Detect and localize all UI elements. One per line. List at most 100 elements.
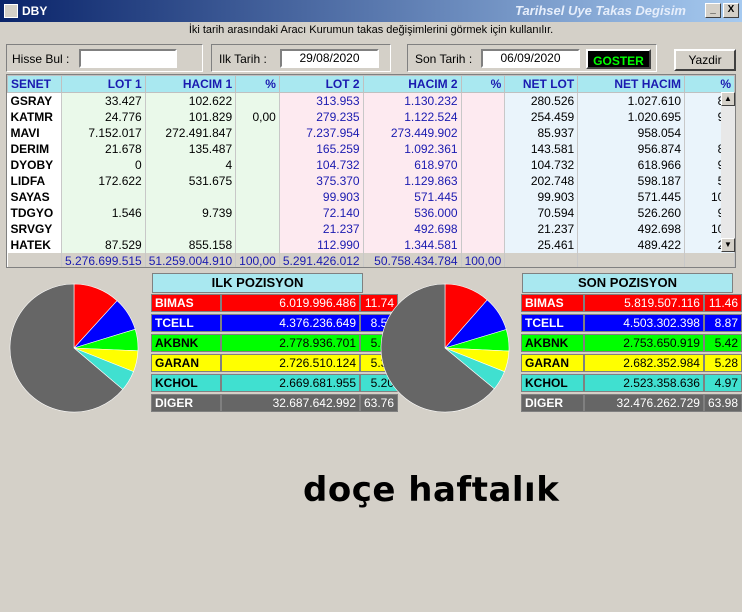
table-cell: 1.092.361: [363, 140, 462, 157]
total-cell: 5.276.699.515: [61, 252, 146, 267]
pozisyon-row-diger: DIGER 32.687.642.992 63.76: [151, 394, 399, 412]
table-cell: 7.152.017: [61, 124, 146, 141]
pozisyon-row-diger: DIGER 32.476.262.729 63.98: [521, 394, 742, 412]
pozisyon-row-tcell: TCELL 4.503.302.398 8.87: [521, 314, 742, 332]
table-cell: 9.739: [145, 204, 237, 221]
table-cell: 102.622: [145, 92, 237, 109]
takas-table: SENET LOT 1 HACIM 1% LOT 2 HACIM 2% NET LOT NE…: [7, 75, 735, 267]
table-cell: [235, 204, 280, 221]
column-header[interactable]: LOT 1: [60, 75, 146, 93]
table-cell: 272.491.847: [145, 124, 237, 141]
table-cell: SRVGY: [7, 220, 62, 237]
total-cell: [7, 252, 62, 267]
table-cell: 571.445: [363, 188, 462, 205]
table-cell: 104.732: [279, 156, 364, 173]
table-cell: 618.966: [577, 156, 686, 173]
close-button[interactable]: X: [723, 3, 739, 18]
table-cell: 143.581: [504, 140, 579, 157]
table-cell: [235, 188, 280, 205]
son-tarih-field[interactable]: 06/09/2020: [481, 49, 580, 68]
table-row[interactable]: DERIM 21.678 135.487 165.259 1.092.361 143.58…: [7, 140, 735, 157]
table-row[interactable]: MAVI 7.152.017 272.491.847 7.237.954 273.449…: [7, 124, 735, 141]
table-cell: 99.903: [504, 188, 579, 205]
table-cell: 375.370: [279, 172, 364, 189]
table-row[interactable]: SAYAS99.903571.44599.903571.445100: [7, 188, 735, 205]
son-pozisyon-table: BIMAS 5.819.507.116 11.46 TCELL 4.503.302.39…: [521, 292, 742, 414]
table-row[interactable]: HATEK 87.529 855.158 112.990 1.344.581 25.461…: [7, 236, 735, 253]
total-cell: [577, 252, 686, 267]
pozisyon-name: GARAN: [521, 354, 584, 372]
scroll-down-arrow-icon[interactable]: ▼: [721, 238, 735, 252]
pozisyon-row-akbnk: AKBNK 2.753.650.919 5.42: [521, 334, 742, 352]
help-text: İki tarih arasındaki Aracı Kurumun takas…: [188, 24, 554, 36]
pozisyon-pct: 5.28: [703, 354, 742, 372]
table-cell: [235, 140, 280, 157]
pozisyon-row-garan: GARAN 2.726.510.124 5.31: [151, 354, 399, 372]
pozisyon-value: 4.376.236.649: [221, 314, 360, 332]
ilk-pozisyon-title: ILK POZISYON: [152, 273, 363, 293]
table-cell: GSRAY: [7, 92, 62, 109]
table-cell: 536.000: [363, 204, 462, 221]
goster-button[interactable]: GOSTER: [586, 49, 651, 69]
table-cell: [235, 124, 280, 141]
table-cell: [461, 204, 506, 221]
table-cell: KATMR: [7, 108, 62, 125]
table-cell: DERIM: [7, 140, 62, 157]
column-header[interactable]: SENET: [7, 75, 62, 93]
column-header[interactable]: HACIM 1: [144, 75, 237, 93]
pozisyon-value: 2.669.681.955: [221, 374, 360, 392]
table-cell: 85.937: [504, 124, 579, 141]
table-cell: 1.129.863: [363, 172, 462, 189]
table-cell: [461, 108, 506, 125]
grid-scrollbar[interactable]: ▲ ▼: [721, 92, 735, 252]
minimize-button[interactable]: _: [705, 3, 721, 18]
table-cell: 571.445: [577, 188, 686, 205]
yazdir-button[interactable]: Yazdir: [674, 49, 736, 71]
total-cell: 100,00: [235, 252, 280, 267]
table-row[interactable]: DYOBY04104.732618.970104.732618.96699: [7, 156, 735, 173]
table-cell: 1.546: [61, 204, 146, 221]
table-cell: [461, 124, 506, 141]
table-cell: 165.259: [279, 140, 364, 157]
pozisyon-name: AKBNK: [151, 334, 221, 352]
column-header[interactable]: %: [235, 75, 280, 93]
table-cell: 1.020.695: [577, 108, 686, 125]
table-row[interactable]: KATMR 24.776 101.829 0,00 279.235 1.122.524 25…: [7, 108, 735, 125]
table-cell: 87.529: [61, 236, 146, 253]
table-cell: 135.487: [145, 140, 237, 157]
table-cell: 855.158: [145, 236, 237, 253]
column-header[interactable]: %: [684, 75, 735, 93]
table-cell: 0,00: [235, 108, 280, 125]
table-cell: 202.748: [504, 172, 579, 189]
column-header[interactable]: HACIM 2: [362, 75, 462, 93]
pozisyon-value: 4.503.302.398: [583, 314, 704, 332]
pozisyon-name: KCHOL: [151, 374, 221, 392]
table-cell: 0: [61, 156, 146, 173]
hisse-search-input[interactable]: [79, 49, 177, 68]
scroll-up-arrow-icon[interactable]: ▲: [721, 92, 735, 106]
table-row[interactable]: LIDFA 172.622 531.675 375.370 1.129.863 202.7…: [7, 172, 735, 189]
pozisyon-row-bimas: BIMAS 6.019.996.486 11.74: [151, 294, 399, 312]
pozisyon-row-garan: GARAN 2.682.352.984 5.28: [521, 354, 742, 372]
table-cell: 1.122.524: [363, 108, 462, 125]
table-cell: [235, 156, 280, 173]
table-row[interactable]: SRVGY21.237492.69821.237492.698100: [7, 220, 735, 237]
column-header[interactable]: NET HACIM: [577, 75, 686, 93]
column-header[interactable]: LOT 2: [278, 75, 364, 93]
table-cell: [145, 220, 237, 237]
table-row[interactable]: GSRAY 33.427 102.622 313.953 1.130.232 280.52…: [7, 92, 735, 109]
table-cell: [461, 172, 506, 189]
pozisyon-row-bimas: BIMAS 5.819.507.116 11.46: [521, 294, 742, 312]
column-header[interactable]: NET LOT: [504, 75, 579, 93]
column-header[interactable]: %: [460, 75, 506, 93]
table-row[interactable]: TDGYO 1.546 9.739 72.140 536.000 70.594 526.26…: [7, 204, 735, 221]
table-cell: 21.678: [61, 140, 146, 157]
table-cell: TDGYO: [7, 204, 62, 221]
ilk-tarih-field[interactable]: 29/08/2020: [280, 49, 379, 68]
table-cell: 112.990: [279, 236, 364, 253]
pozisyon-name: AKBNK: [521, 334, 584, 352]
title-bar: DBY Tarihsel Uye Takas Degisim _ X: [0, 0, 742, 22]
table-cell: 1.344.581: [363, 236, 462, 253]
table-cell: [61, 220, 146, 237]
window-subtitle: Tarihsel Uye Takas Degisim: [514, 3, 686, 18]
